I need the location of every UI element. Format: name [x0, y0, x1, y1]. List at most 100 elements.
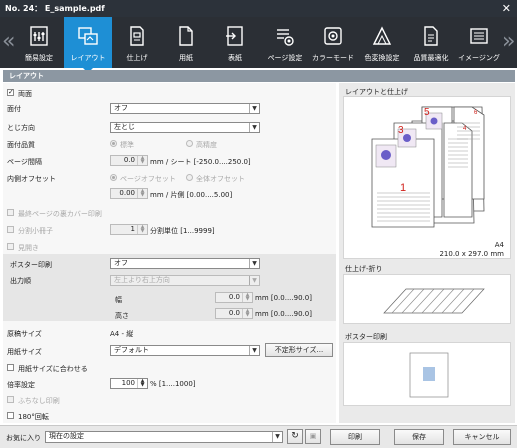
favorites-select[interactable]: 現在の設定 ▼: [45, 431, 283, 443]
booklet-preview-image: 1 3 5 4 6: [371, 106, 485, 228]
orig-size-label: 原稿サイズ: [7, 330, 42, 338]
custom-size-button[interactable]: 不定形サイズ...: [265, 343, 333, 357]
borderless-checkbox[interactable]: [7, 396, 14, 403]
width-unit: mm [0.0....90.0]: [255, 294, 312, 302]
poster-select[interactable]: オフ ▼: [110, 258, 260, 269]
page-settings-icon: [277, 29, 294, 46]
tab-layout[interactable]: レイアウト: [64, 17, 112, 73]
quality-high-label: 高精度: [196, 141, 217, 149]
quality-standard-label: 標準: [120, 141, 134, 149]
page-gap-input[interactable]: 0.0 ▲ ▼: [110, 155, 148, 166]
page-number-1: 1: [400, 182, 406, 194]
fold-diagram-image: [383, 288, 485, 314]
save-button[interactable]: 保存: [394, 429, 444, 445]
fold-preview-title: 仕上げ-折り: [345, 265, 383, 273]
spinner-icon: ▲ ▼: [242, 293, 252, 302]
close-icon[interactable]: ✕: [502, 0, 511, 17]
quality-icon: [424, 26, 438, 46]
favorites-label: お気に入り: [6, 434, 41, 442]
quality-high-radio[interactable]: [186, 140, 193, 147]
scale-label: 倍率設定: [7, 381, 35, 389]
tab-simple-settings[interactable]: 簡易設定: [15, 17, 63, 68]
tab-color-conversion[interactable]: 色変換設定: [358, 17, 406, 68]
poster-preview-title: ポスター印刷: [345, 333, 387, 341]
color-mode-icon: [324, 27, 342, 45]
last-cover-label: 最終ページの裏カバー印刷: [18, 210, 102, 218]
refresh-button[interactable]: ↻: [287, 429, 303, 444]
paper-size-select[interactable]: デフォルト ▼: [110, 345, 260, 356]
paper-size-name: A4: [494, 241, 504, 249]
spinner-icon: ▲ ▼: [137, 189, 147, 198]
page-number-3: 3: [398, 125, 404, 136]
section-header: レイアウト: [3, 70, 515, 82]
height-input[interactable]: 0.0 ▲ ▼: [215, 308, 253, 319]
color-conversion-icon: [372, 26, 392, 45]
tab-page-settings[interactable]: ページ設定: [260, 17, 310, 68]
chevron-down-icon: ▼: [272, 432, 282, 442]
split-label: 分割小冊子: [18, 227, 53, 235]
tab-cover[interactable]: 表紙: [211, 17, 259, 68]
footer-bar: お気に入り 現在の設定 ▼ ↻ ▣ 印刷 保存 キャンセル: [0, 425, 517, 448]
save-icon: ▣: [309, 432, 317, 440]
fold-preview: [343, 274, 511, 324]
spread-checkbox[interactable]: [7, 243, 14, 250]
height-label: 高さ: [115, 312, 129, 320]
direction-select[interactable]: 左とじ ▼: [110, 122, 260, 133]
layout-preview: 1 3 5 4 6 A4 210.0 x 297.0 mm: [343, 96, 511, 259]
tab-color-mode[interactable]: カラーモード: [309, 17, 357, 68]
paper-size-dims: 210.0 x 297.0 mm: [439, 250, 504, 258]
duplex-label: 両面: [18, 90, 32, 98]
chevron-down-icon: ▼: [249, 104, 259, 113]
duplex-checkbox[interactable]: [7, 88, 14, 96]
scroll-right-icon[interactable]: »: [502, 29, 515, 54]
page-gap-label: ページ間隔: [7, 158, 42, 166]
cover-icon: [226, 26, 243, 46]
paper-icon: [179, 26, 193, 46]
scale-unit: % [1....1000]: [150, 380, 196, 388]
tab-imaging[interactable]: イメージング: [455, 17, 503, 68]
chevron-down-icon: ▼: [249, 276, 259, 285]
width-label: 幅: [115, 296, 122, 304]
split-unit: 分割単位 [1...9999]: [150, 227, 215, 235]
offset-page-radio[interactable]: [110, 174, 117, 181]
window-title: No. 24： E_sample.pdf: [5, 4, 105, 13]
spinner-icon: ▲ ▼: [137, 379, 147, 388]
last-cover-checkbox[interactable]: [7, 209, 14, 216]
print-button[interactable]: 印刷: [330, 429, 380, 445]
direction-label: とじ方向: [7, 124, 35, 132]
title-bar: No. 24： E_sample.pdf ✕: [0, 0, 517, 17]
binding-select[interactable]: オフ ▼: [110, 103, 260, 114]
page-gap-unit: mm / シート [-250.0....250.0]: [150, 158, 251, 166]
page-number-5: 5: [424, 107, 430, 118]
spinner-icon: ▲ ▼: [137, 225, 147, 234]
scale-input[interactable]: 100 ▲ ▼: [110, 378, 148, 389]
cancel-button[interactable]: キャンセル: [453, 429, 511, 445]
order-select[interactable]: 左上より右上方向 ▼: [110, 275, 260, 286]
offset-input[interactable]: 0.00 ▲ ▼: [110, 188, 148, 199]
scroll-left-icon[interactable]: «: [2, 29, 15, 54]
offset-all-radio[interactable]: [186, 174, 193, 181]
split-input[interactable]: 1 ▲ ▼: [110, 224, 148, 235]
chevron-down-icon: ▼: [249, 123, 259, 132]
tab-quality[interactable]: 品質最適化: [407, 17, 455, 68]
save-favorite-button[interactable]: ▣: [305, 429, 321, 444]
split-checkbox[interactable]: [7, 226, 14, 233]
binding-label: 面付: [7, 105, 21, 113]
poster-preview: [343, 342, 511, 406]
orig-size-value: A4 - 縦: [110, 330, 134, 338]
simple-settings-icon: [30, 26, 48, 46]
paper-size-label: 用紙サイズ: [7, 348, 42, 356]
offset-page-label: ページオフセット: [120, 175, 176, 183]
imaging-icon: [470, 28, 488, 44]
offset-all-label: 全体オフセット: [196, 175, 245, 183]
width-input[interactable]: 0.0 ▲ ▼: [215, 292, 253, 303]
spread-label: 見開き: [18, 244, 39, 252]
fit-label: 用紙サイズに合わせる: [18, 365, 88, 373]
fit-checkbox[interactable]: [7, 364, 14, 371]
rotate-checkbox[interactable]: [7, 412, 14, 419]
tab-finishing[interactable]: 仕上げ: [113, 17, 161, 68]
tab-paper[interactable]: 用紙: [162, 17, 210, 68]
spinner-icon: ▲ ▼: [137, 156, 147, 165]
order-label: 出力順: [10, 277, 31, 285]
quality-standard-radio[interactable]: [110, 140, 117, 147]
